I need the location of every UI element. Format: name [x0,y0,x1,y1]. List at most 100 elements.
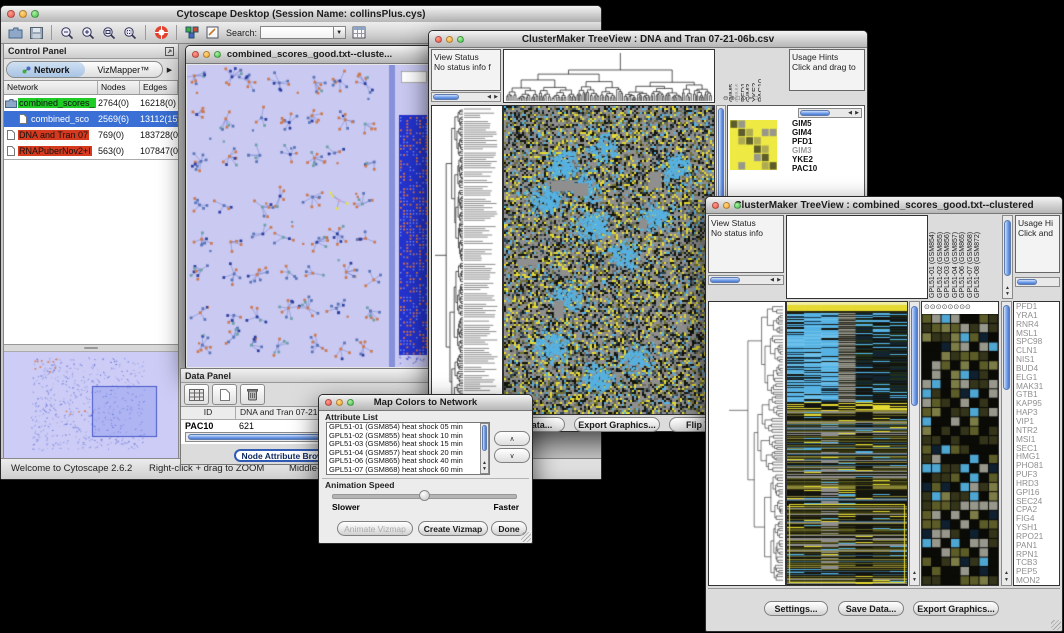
scrollbar-thumb[interactable] [433,94,459,100]
network-row[interactable]: combined_sco 2569(6) 13112(15) [4,111,178,127]
column-label[interactable]: GPL51-01 (GSM854) [929,216,936,298]
heatmap-main-pane[interactable] [503,105,715,415]
column-label[interactable]: GPL51-07 (GSM868) [967,216,974,298]
save-icon[interactable] [28,25,44,40]
create-vizmap-button[interactable]: Create Vizmap [418,521,488,536]
row-label[interactable]: PAC10 [792,164,817,173]
search-input[interactable] [260,26,334,39]
settings-button[interactable]: Settings... [764,601,828,616]
zoom-view-pane[interactable]: ⊙⊙⊙⊙⊙⊙⊙⊙ [921,301,999,586]
scrollbar-thumb[interactable] [800,110,830,116]
tab-overflow-icon[interactable]: ▶ [163,66,176,74]
delete-attribute-trash-icon[interactable] [240,384,265,405]
minimize-button[interactable] [723,202,730,209]
column-dendrogram-pane[interactable] [786,215,928,299]
heatmap-vscrollbar[interactable]: ▲ ▼ [909,301,920,586]
row-label[interactable]: GIM4 [792,128,817,137]
help-lifebuoy-icon[interactable] [153,25,169,40]
export-graphics-button[interactable]: Export Graphics... [913,601,999,616]
row-dendrogram-pane[interactable] [708,301,786,586]
scroll-right-icon[interactable]: ▶ [494,93,498,102]
scrollbar-thumb[interactable] [1004,220,1011,276]
float-panel-icon[interactable] [165,47,174,56]
zoom-controls-icons[interactable]: ⊖⊕□⊙≻□ [723,94,769,102]
slider-thumb[interactable] [419,490,430,501]
select-attributes-button[interactable] [184,384,209,405]
labels-vscrollbar[interactable]: ▲ ▼ [1002,215,1013,299]
scroll-down-icon[interactable]: ▼ [910,578,919,583]
column-label[interactable]: GPL51-06 (GSM865) [959,216,966,298]
column-label[interactable]: GPL51-08 (GSM872) [974,216,981,298]
move-down-button[interactable]: ∨ [494,448,530,463]
global-hscrollbar[interactable]: ◀ ▶ [798,108,862,118]
attribute-list-vscrollbar[interactable]: ▲ ▼ [480,423,489,474]
scroll-up-icon[interactable]: ▲ [910,571,919,576]
resize-grip[interactable] [521,532,531,542]
row-label[interactable]: PFD1 [792,137,817,146]
network-row[interactable]: combined_scores_ 2764(0) 16218(0) [4,95,178,111]
heatmap-main-pane[interactable] [786,301,908,586]
genelist-vscrollbar[interactable]: ▲ ▼ [1001,301,1012,586]
new-attribute-button[interactable] [212,384,237,405]
gene-name[interactable]: MON2 [1016,576,1059,585]
zoom-out-icon[interactable] [59,25,75,40]
scroll-left-icon[interactable]: ◀ [848,109,852,118]
zoom-button[interactable] [347,399,354,406]
network-view-canvas[interactable] [187,65,430,367]
attribute-item[interactable]: GPL51-07 (GSM868) heat shock 60 min [327,466,489,475]
row-label[interactable]: YKE2 [792,155,817,164]
minimize-button[interactable] [446,36,453,43]
close-button[interactable] [7,10,15,18]
zoom-button[interactable] [31,10,39,18]
animate-vizmap-button[interactable]: Animate Vizmap [337,521,413,536]
column-label[interactable]: GPL51-02 (GSM855) [937,216,944,298]
network-birdseye-view[interactable] [4,352,178,458]
scroll-left-icon[interactable]: ◀ [487,93,491,102]
treeview2-titlebar[interactable]: ClusterMaker TreeView : combined_scores_… [706,197,1062,214]
usage-hints-scrollbar[interactable] [1015,277,1060,287]
scrollbar-thumb[interactable] [710,277,740,283]
network-view-titlebar[interactable]: combined_scores_good.txt--cluste... [186,46,433,64]
close-button[interactable] [712,202,719,209]
minimize-button[interactable] [203,51,210,58]
network-row[interactable]: DNA and Tran 07 769(0) 183728(0) [4,127,178,143]
close-button[interactable] [435,36,442,43]
scroll-down-icon[interactable]: ▼ [1003,292,1012,297]
scrollbar-thumb[interactable] [1003,305,1010,390]
minimize-button[interactable] [19,10,27,18]
vizmap-palette-icon[interactable] [184,25,200,40]
move-up-button[interactable]: ∧ [494,431,530,446]
zoom-in-icon[interactable] [80,25,96,40]
close-button[interactable] [325,399,332,406]
panel-divider-handle[interactable] [4,345,178,352]
annotation-icon[interactable] [205,25,221,40]
scroll-down-icon[interactable]: ▼ [1002,578,1011,583]
animation-speed-slider[interactable] [332,494,517,499]
save-data-button[interactable]: Save Data... [838,601,904,616]
scroll-up-icon[interactable]: ▲ [1002,571,1011,576]
attribute-browser-icon[interactable] [351,25,367,40]
row-label[interactable]: GIM3 [792,146,817,155]
column-dendrogram-pane[interactable] [503,49,715,103]
view-status-scrollbar[interactable]: ◀ ▶ [431,92,501,102]
tab-network[interactable]: Network [7,62,85,77]
search-dropdown-icon[interactable]: ▼ [334,26,346,39]
zoom-selected-icon[interactable] [122,25,138,40]
similarity-matrix-thumbnail[interactable] [730,120,777,170]
zoom-controls-icons[interactable]: ⊙⊙⊙⊙⊙⊙⊙⊙ [924,303,998,311]
scrollbar-thumb[interactable] [1017,279,1037,285]
zoom-fit-icon[interactable] [101,25,117,40]
treeview1-titlebar[interactable]: ClusterMaker TreeView : DNA and Tran 07-… [429,31,867,48]
resize-grip[interactable] [1051,620,1061,630]
scroll-right-icon[interactable]: ▶ [855,109,859,118]
row-dendrogram-pane[interactable] [431,105,503,415]
open-file-icon[interactable] [7,25,23,40]
scroll-down-icon[interactable]: ▼ [481,467,488,472]
zoom-button[interactable] [734,202,741,209]
scrollbar-thumb[interactable] [911,306,918,406]
scroll-left-icon[interactable]: ◀ [770,276,774,285]
main-titlebar[interactable]: Cytoscape Desktop (Session Name: collins… [1,6,601,23]
minimize-button[interactable] [336,399,343,406]
row-label[interactable]: GIM5 [792,119,817,128]
close-button[interactable] [192,51,199,58]
